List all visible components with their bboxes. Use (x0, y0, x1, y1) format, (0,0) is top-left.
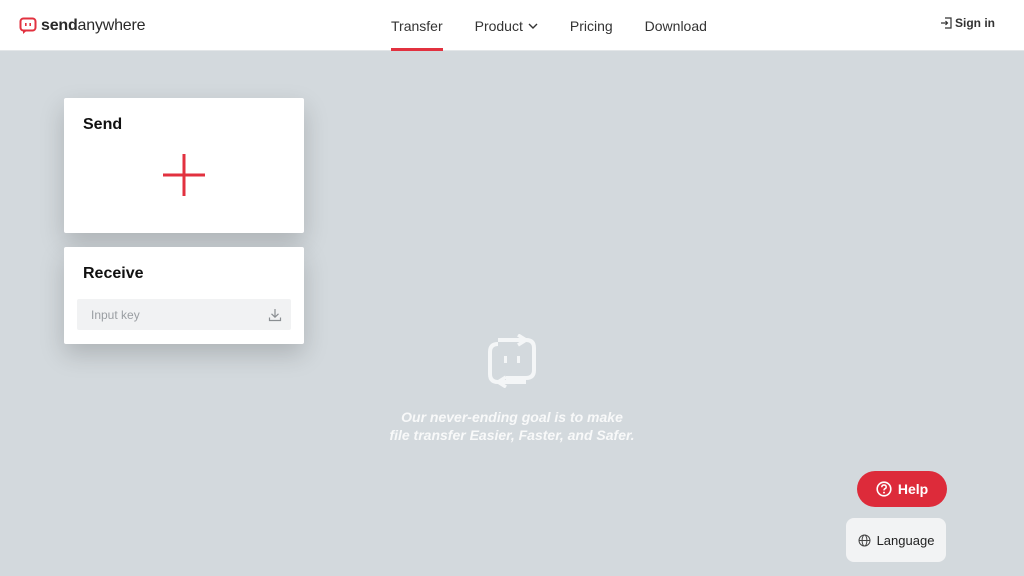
top-header: sendanywhere Transfer Product Pricing Do… (0, 0, 1024, 51)
send-card: Send (64, 98, 304, 233)
receive-card: Receive (64, 247, 304, 344)
nav-pricing-label: Pricing (569, 17, 613, 34)
plus-icon[interactable] (163, 154, 205, 196)
sendanywhere-logo[interactable]: sendanywhere (19, 15, 146, 37)
language-label: Language (876, 532, 935, 548)
tagline-line-2: file transfer Easier, Faster, and Safer. (389, 427, 635, 443)
tagline: Our never-ending goal is to make file tr… (312, 408, 712, 444)
nav-transfer[interactable]: Transfer (376, 0, 458, 51)
key-input[interactable] (91, 307, 251, 322)
nav-transfer-label: Transfer (391, 17, 443, 34)
logo-mark-icon (19, 17, 37, 34)
main-nav: Transfer Product Pricing Download (376, 0, 724, 51)
help-button[interactable]: Help (857, 471, 947, 507)
receive-title: Receive (83, 265, 144, 282)
help-label: Help (897, 481, 929, 497)
key-input-box (77, 299, 291, 330)
nav-product[interactable]: Product (460, 0, 553, 51)
language-button[interactable]: Language (846, 518, 946, 562)
nav-download[interactable]: Download (630, 0, 722, 51)
nav-download-label: Download (644, 17, 707, 34)
sign-in-label: Sign in (955, 16, 995, 30)
sign-in-icon (941, 17, 952, 29)
center-logo-icon (488, 334, 536, 388)
nav-pricing[interactable]: Pricing (555, 0, 628, 51)
chevron-down-icon (528, 23, 538, 29)
send-title: Send (83, 116, 123, 133)
nav-product-label: Product (474, 17, 523, 34)
download-icon[interactable] (268, 308, 282, 322)
sign-in-button[interactable]: Sign in (940, 16, 995, 30)
question-circle-icon (876, 481, 892, 497)
tagline-line-1: Our never-ending goal is to make (401, 409, 623, 425)
logo-text: sendanywhere (41, 17, 146, 34)
globe-icon (858, 534, 871, 546)
